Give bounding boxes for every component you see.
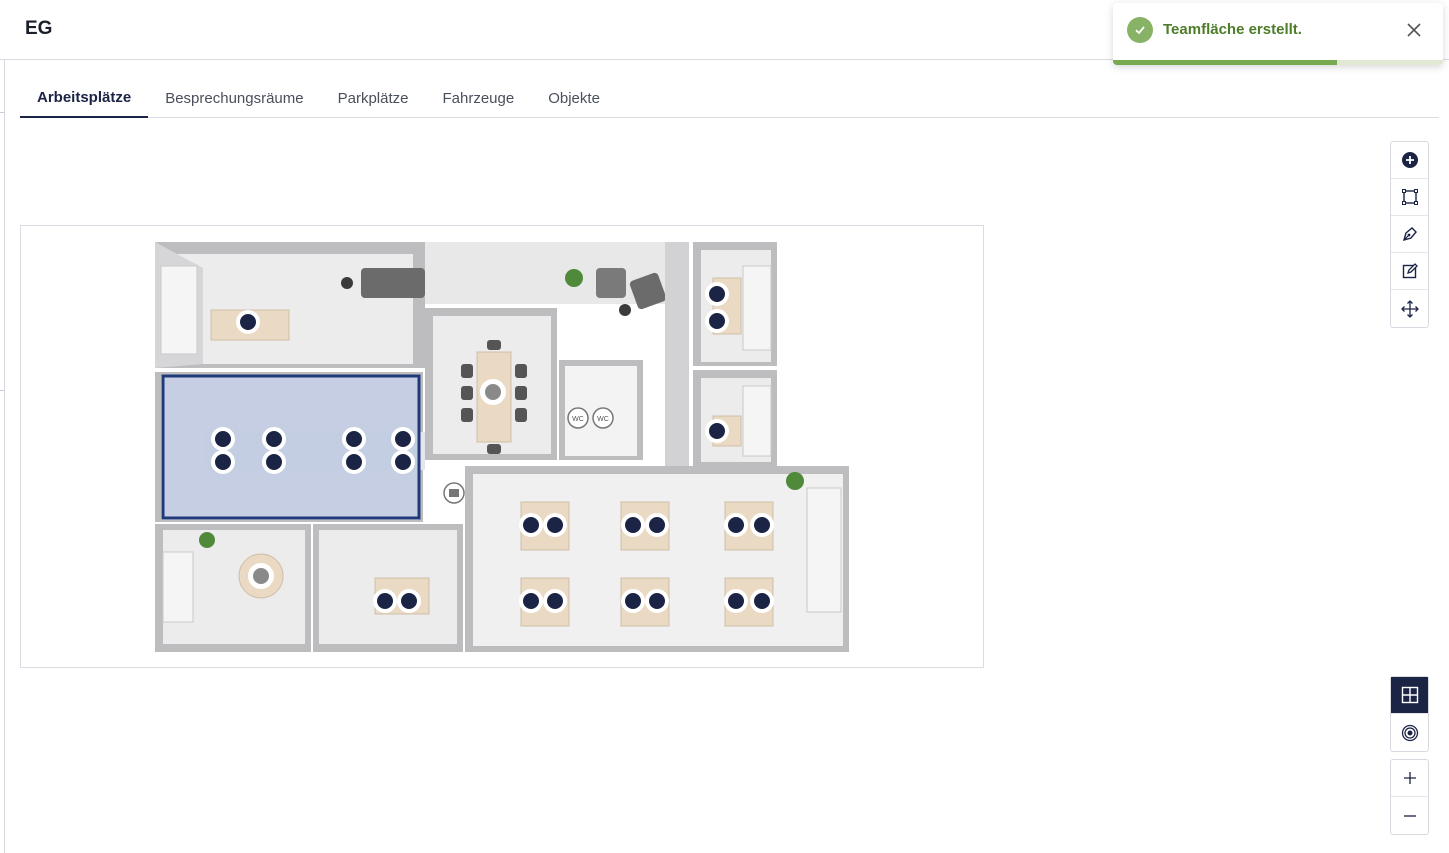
check-circle-icon [1127, 17, 1153, 43]
desk-marker[interactable] [621, 589, 645, 613]
close-toast-button[interactable] [1403, 19, 1425, 41]
edit-toolbar [1390, 141, 1429, 328]
target-icon [1401, 724, 1418, 741]
draw-polygon-button[interactable] [1391, 216, 1428, 253]
desk-marker[interactable] [391, 427, 415, 451]
view-toolbar [1390, 676, 1429, 752]
sidebar-divider [4, 60, 5, 853]
desk-marker[interactable] [750, 513, 774, 537]
plus-icon [1403, 772, 1416, 784]
desk-marker[interactable] [373, 589, 397, 613]
tab-bar: Arbeitsplätze Besprechungsräume Parkplät… [20, 78, 1439, 118]
desk-marker[interactable] [236, 310, 260, 334]
corridor-wall [665, 242, 689, 468]
lounge-room [155, 524, 311, 652]
pen-tool-icon [1402, 227, 1417, 242]
floor-title: EG [25, 18, 53, 39]
office-right-middle [693, 370, 777, 466]
desk-marker[interactable] [342, 427, 366, 451]
grid-view-button[interactable] [1391, 677, 1428, 714]
draw-area-button[interactable] [1391, 179, 1428, 216]
zoom-toolbar [1390, 759, 1429, 835]
desk-marker[interactable] [519, 589, 543, 613]
wc-label: WC [572, 416, 584, 423]
zoom-in-button[interactable] [1391, 760, 1428, 797]
wc-label: WC [597, 416, 609, 423]
desk-marker[interactable] [543, 589, 567, 613]
desk-marker[interactable] [705, 419, 729, 443]
page: EG Arbeitsplätze Besprechungsräume Parkp… [0, 0, 1449, 853]
tab-arbeitsplaetze[interactable]: Arbeitsplätze [20, 78, 149, 118]
desk-marker[interactable] [391, 450, 415, 474]
desk-marker[interactable] [519, 513, 543, 537]
edit-button[interactable] [1391, 253, 1428, 290]
tab-besprechungsraeume[interactable]: Besprechungsräume [148, 78, 320, 118]
desk-marker[interactable] [705, 309, 729, 333]
plant [565, 269, 583, 287]
move-icon [1400, 299, 1419, 318]
desk-marker[interactable] [724, 589, 748, 613]
desk-marker[interactable] [543, 513, 567, 537]
meeting-marker[interactable] [480, 379, 506, 405]
minus-icon [1403, 814, 1416, 817]
desk-marker[interactable] [645, 513, 669, 537]
desk-marker[interactable] [705, 282, 729, 306]
desk-marker[interactable] [724, 513, 748, 537]
open-plan-area [465, 466, 849, 652]
desk-marker[interactable] [262, 450, 286, 474]
desk-marker[interactable] [262, 427, 286, 451]
floorplan-svg: WC WC [155, 242, 849, 652]
desk-marker[interactable] [211, 450, 235, 474]
desk-marker[interactable] [645, 589, 669, 613]
lounge-marker[interactable] [248, 563, 274, 589]
armchair [596, 268, 626, 298]
desk-marker[interactable] [750, 589, 774, 613]
tab-parkplaetze[interactable]: Parkplätze [321, 78, 426, 118]
toast-progress-fill [1113, 60, 1338, 65]
desk-marker[interactable] [211, 427, 235, 451]
toast-message: Teamfläche erstellt. [1163, 21, 1302, 38]
office-bottom-middle [313, 524, 463, 652]
wc-room: WC WC [559, 360, 643, 460]
desk-marker[interactable] [342, 450, 366, 474]
desk-marker[interactable] [621, 513, 645, 537]
target-view-button[interactable] [1391, 714, 1428, 751]
edit-icon [1402, 263, 1418, 279]
zoom-out-button[interactable] [1391, 797, 1428, 834]
floorplan-canvas[interactable]: WC WC [20, 225, 984, 668]
move-button[interactable] [1391, 290, 1428, 327]
tab-objekte[interactable]: Objekte [531, 78, 617, 118]
toast-progress-track [1113, 60, 1443, 65]
side-table [619, 304, 631, 316]
tab-fahrzeuge[interactable]: Fahrzeuge [426, 78, 532, 118]
add-button[interactable] [1391, 142, 1428, 179]
divider-stub [0, 390, 4, 391]
rectangle-select-icon [1401, 189, 1418, 205]
add-circle-icon [1401, 152, 1418, 168]
office-top-left [155, 242, 425, 368]
close-icon [1407, 23, 1421, 37]
divider-stub [0, 112, 4, 113]
desk-marker[interactable] [397, 589, 421, 613]
printer-body [449, 489, 459, 497]
team-area-highlight[interactable] [161, 374, 421, 520]
office-top-right [693, 242, 777, 366]
success-toast: Teamfläche erstellt. [1113, 3, 1443, 65]
grid-view-icon [1401, 686, 1418, 704]
